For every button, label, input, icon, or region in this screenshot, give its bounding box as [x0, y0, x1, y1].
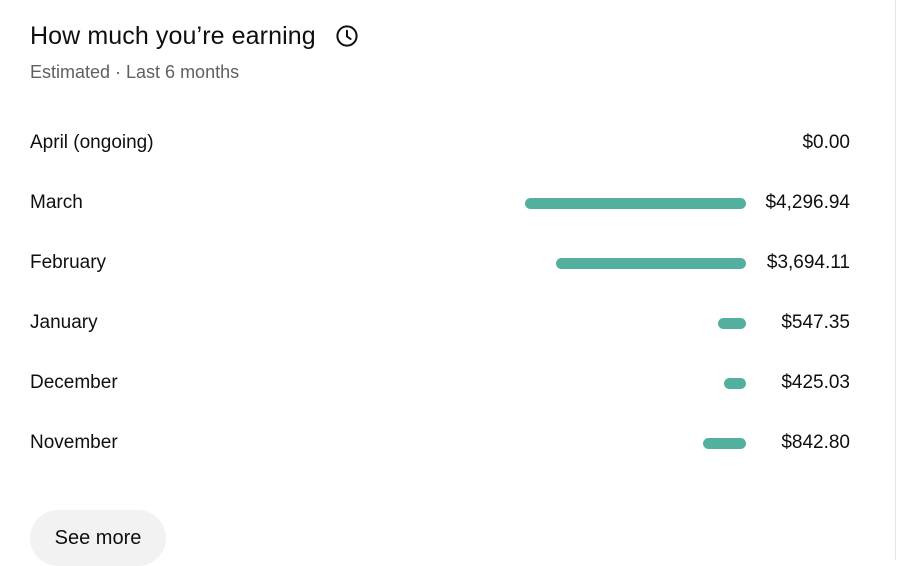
earnings-row: April (ongoing) $0.00 [30, 113, 850, 173]
card-title: How much you’re earning [30, 22, 316, 50]
month-label: February [30, 252, 107, 273]
amount-label: $4,296.94 [765, 192, 850, 213]
month-label: March [30, 192, 83, 213]
earnings-list: April (ongoing) $0.00 March $4,296.94 Februa… [30, 113, 850, 473]
month-label: December [30, 372, 118, 393]
month-label: January [30, 312, 98, 333]
earnings-bar [724, 378, 746, 389]
earnings-bar [718, 318, 746, 329]
card-header: How much you’re earning [30, 18, 360, 54]
amount-label: $842.80 [781, 432, 850, 453]
earnings-bar [556, 258, 746, 269]
earnings-bar [525, 198, 746, 209]
earnings-row: December $425.03 [30, 353, 850, 413]
amount-label: $3,694.11 [766, 252, 850, 273]
month-label: November [30, 432, 118, 453]
earnings-bar [703, 438, 746, 449]
earnings-row: January $547.35 [30, 293, 850, 353]
earnings-row: November $842.80 [30, 413, 850, 473]
earnings-row: March $4,296.94 [30, 173, 850, 233]
earnings-row: February $3,694.11 [30, 233, 850, 293]
amount-label: $425.03 [781, 372, 850, 393]
amount-label: $0.00 [802, 132, 850, 153]
clock-icon[interactable] [334, 23, 360, 49]
earnings-card: How much you’re earning Estimated · Last… [0, 0, 896, 566]
card-subtitle: Estimated · Last 6 months [30, 62, 240, 82]
amount-label: $547.35 [781, 312, 850, 333]
see-more-button[interactable]: See more [30, 510, 166, 566]
month-label: April (ongoing) [30, 132, 154, 153]
